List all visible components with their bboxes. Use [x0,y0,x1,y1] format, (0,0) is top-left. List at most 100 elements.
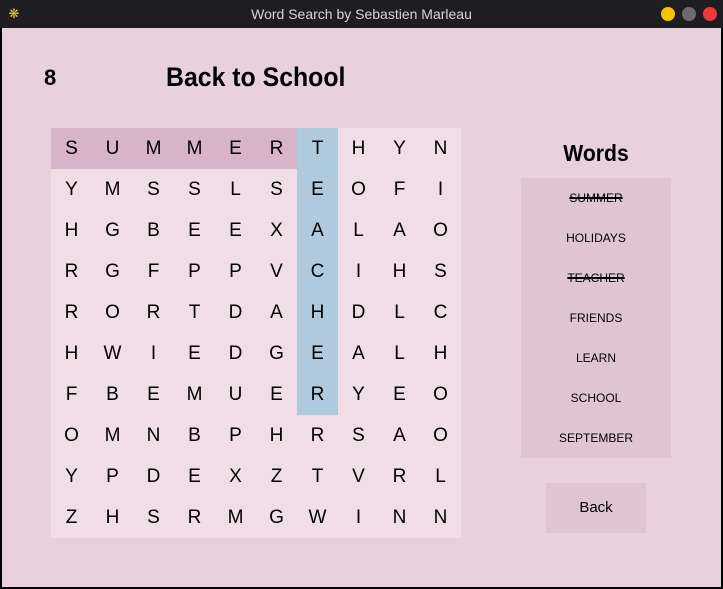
grid-cell[interactable]: T [297,456,338,497]
grid-cell[interactable]: L [215,169,256,210]
grid-cell[interactable]: S [133,169,174,210]
grid-cell[interactable]: D [133,456,174,497]
grid-cell[interactable]: B [174,415,215,456]
grid-cell[interactable]: E [297,169,338,210]
minimize-button[interactable] [661,7,675,21]
grid-cell[interactable]: B [92,374,133,415]
grid-cell[interactable]: M [133,128,174,169]
grid-cell[interactable]: A [379,415,420,456]
grid-cell[interactable]: M [92,415,133,456]
grid-cell[interactable]: G [256,497,297,538]
grid-cell[interactable]: G [256,333,297,374]
grid-cell[interactable]: H [338,128,379,169]
grid-cell[interactable]: L [379,333,420,374]
grid-cell[interactable]: Y [51,456,92,497]
grid-cell[interactable]: Y [51,169,92,210]
grid-cell[interactable]: I [338,251,379,292]
grid-cell[interactable]: E [174,210,215,251]
grid-cell[interactable]: S [174,169,215,210]
grid-cell[interactable]: I [420,169,461,210]
grid-cell[interactable]: P [174,251,215,292]
grid-cell[interactable]: C [420,292,461,333]
grid-cell[interactable]: Y [379,128,420,169]
grid-cell[interactable]: W [297,497,338,538]
grid-cell[interactable]: U [92,128,133,169]
grid-cell[interactable]: L [420,456,461,497]
window-titlebar[interactable]: ❋ Word Search by Sebastien Marleau [0,0,723,28]
grid-cell[interactable]: S [51,128,92,169]
grid-cell[interactable]: R [297,415,338,456]
grid-cell[interactable]: M [92,169,133,210]
grid-cell[interactable]: O [420,415,461,456]
grid-cell[interactable]: V [256,251,297,292]
grid-cell[interactable]: H [379,251,420,292]
maximize-button[interactable] [682,7,696,21]
grid-cell[interactable]: A [256,292,297,333]
letter-grid[interactable]: SUMMERTHYNYMSSLSEOFIHGBEEXALAORGFPPVCIHS… [51,128,461,538]
grid-cell[interactable]: W [92,333,133,374]
grid-cell[interactable]: H [51,333,92,374]
grid-cell[interactable]: R [51,251,92,292]
grid-cell[interactable]: M [174,374,215,415]
grid-cell[interactable]: H [51,210,92,251]
grid-cell[interactable]: A [338,333,379,374]
grid-cell[interactable]: R [256,128,297,169]
grid-cell[interactable]: H [297,292,338,333]
grid-cell[interactable]: E [297,333,338,374]
grid-cell[interactable]: R [379,456,420,497]
grid-cell[interactable]: C [297,251,338,292]
grid-cell[interactable]: O [338,169,379,210]
grid-cell[interactable]: T [297,128,338,169]
grid-cell[interactable]: X [256,210,297,251]
back-button[interactable]: Back [546,483,646,533]
close-button[interactable] [703,7,717,21]
grid-cell[interactable]: E [215,210,256,251]
grid-cell[interactable]: N [420,497,461,538]
grid-cell[interactable]: D [215,292,256,333]
grid-cell[interactable]: I [338,497,379,538]
grid-cell[interactable]: R [51,292,92,333]
grid-cell[interactable]: D [338,292,379,333]
grid-cell[interactable]: F [133,251,174,292]
grid-cell[interactable]: E [133,374,174,415]
grid-cell[interactable]: P [92,456,133,497]
grid-cell[interactable]: H [256,415,297,456]
grid-cell[interactable]: T [174,292,215,333]
grid-cell[interactable]: G [92,210,133,251]
grid-cell[interactable]: V [338,456,379,497]
grid-cell[interactable]: Z [256,456,297,497]
grid-cell[interactable]: E [215,128,256,169]
grid-cell[interactable]: N [379,497,420,538]
grid-cell[interactable]: R [133,292,174,333]
grid-cell[interactable]: O [420,210,461,251]
grid-cell[interactable]: P [215,251,256,292]
grid-cell[interactable]: S [420,251,461,292]
grid-cell[interactable]: L [338,210,379,251]
grid-cell[interactable]: Z [51,497,92,538]
grid-cell[interactable]: H [420,333,461,374]
grid-cell[interactable]: E [256,374,297,415]
grid-cell[interactable]: O [51,415,92,456]
grid-cell[interactable]: A [297,210,338,251]
grid-cell[interactable]: Y [338,374,379,415]
grid-cell[interactable]: E [379,374,420,415]
grid-cell[interactable]: L [379,292,420,333]
grid-cell[interactable]: F [379,169,420,210]
grid-cell[interactable]: R [297,374,338,415]
grid-cell[interactable]: U [215,374,256,415]
grid-cell[interactable]: M [174,128,215,169]
grid-cell[interactable]: N [420,128,461,169]
grid-cell[interactable]: X [215,456,256,497]
grid-cell[interactable]: B [133,210,174,251]
grid-cell[interactable]: E [174,456,215,497]
grid-cell[interactable]: D [215,333,256,374]
grid-cell[interactable]: G [92,251,133,292]
grid-cell[interactable]: O [92,292,133,333]
grid-cell[interactable]: S [338,415,379,456]
grid-cell[interactable]: E [174,333,215,374]
grid-cell[interactable]: R [174,497,215,538]
grid-cell[interactable]: F [51,374,92,415]
grid-cell[interactable]: I [133,333,174,374]
grid-cell[interactable]: P [215,415,256,456]
grid-cell[interactable]: H [92,497,133,538]
